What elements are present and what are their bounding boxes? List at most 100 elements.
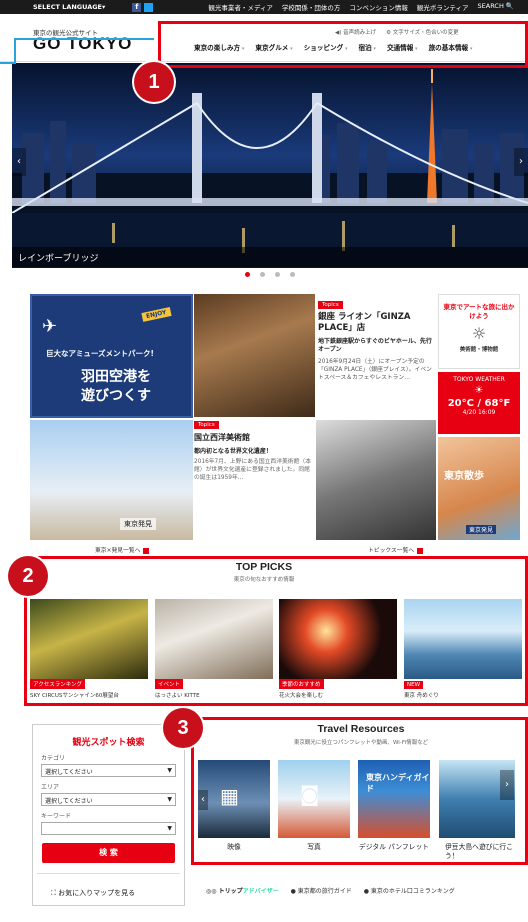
top-link-school[interactable]: 学校関係・団体の方 — [282, 2, 341, 12]
top-link-volunteer[interactable]: 観光ボランティア — [417, 2, 469, 12]
resource-pamphlet[interactable]: 東京ハンディガイド デジタル パンフレット — [358, 760, 430, 851]
resource-label: 映像 — [227, 843, 241, 851]
arrow-icon — [143, 547, 150, 554]
top-bar: SELECT LANGUAGE▾ f 観光事業者・メディア 学校関係・団体の方 … — [0, 0, 528, 14]
area-value: 選択してください — [45, 798, 93, 805]
pick-caption: SKY CIRCUSサンシャイン60展望台 — [30, 693, 119, 699]
topics-more-text: トピックス一覧へ — [368, 548, 415, 554]
weather-temperature: 20°C / 68°F — [447, 398, 511, 409]
tripadvisor-link-hotel[interactable]: ● 東京のホテル口コミランキング — [364, 886, 455, 895]
hero-dot[interactable] — [260, 272, 265, 277]
tokyo-weather-widget[interactable]: TOKYO WEATHER ☀ 20°C / 68°F 4/20 16:09 — [438, 372, 520, 434]
pick-label: NEW — [404, 681, 424, 689]
hero-caption: レインボーブリッジ — [12, 247, 528, 267]
resource-video[interactable]: ▦ 映像 — [198, 760, 270, 851]
callout-arrow-horizontal — [14, 38, 154, 40]
tokyo-map-banner[interactable]: 東京散歩 東京発見 — [438, 437, 520, 540]
resources-prev-button[interactable]: ‹ — [198, 790, 208, 810]
resources-next-button[interactable]: › — [500, 770, 514, 800]
callout-number-1: 1 — [134, 62, 174, 102]
hero-slider[interactable]: ‹ › — [12, 63, 528, 268]
ginza-body: 2016年9月24日（土）にオープン予定の「GINZA PLACE」（銀座プレイ… — [318, 359, 432, 381]
topic-tag: Topics — [318, 301, 343, 309]
pick-caption: 東京 舟めぐり — [404, 693, 439, 699]
art-banner-label: 美術館・博物館 — [459, 347, 499, 353]
top-pick-card[interactable]: アクセスランキング SKY CIRCUSサンシャイン60展望台 — [30, 599, 148, 699]
travel-resources-subtitle: 東京観光に役立つパンフレットや動画、Wi-Fi情報など — [293, 740, 429, 746]
callout-box-1 — [158, 21, 528, 68]
search-link[interactable]: SEARCH 🔍 — [478, 2, 514, 12]
search-title: 観光スポット検索 — [72, 738, 145, 748]
hero-dot[interactable] — [245, 272, 250, 277]
ginza-title[interactable]: 銀座 ライオン「GINZA PLACE」店 — [318, 312, 436, 334]
tripadvisor-guide-text: 東京都の旅行ガイド — [297, 888, 352, 895]
museum-image[interactable] — [316, 420, 436, 540]
twitter-icon[interactable] — [144, 2, 154, 12]
top-pick-card[interactable]: 季節のおすすめ 花火大会を楽しむ — [279, 599, 397, 699]
caret-down-icon: ▼ — [167, 767, 172, 774]
site-logo[interactable]: GO TOKYO — [33, 34, 132, 54]
top-link-media[interactable]: 観光事業者・メディア — [208, 2, 273, 12]
topics-more-link[interactable]: トピックス一覧へ — [368, 545, 424, 554]
tripadvisor-logo[interactable]: ◎◎ トリップアドバイザー — [206, 886, 279, 895]
ginza-subtitle: 地下鉄銀座駅からすぐのビヤホール、先行オープン — [318, 338, 432, 353]
category-label: カテゴリ — [41, 755, 66, 762]
top-picks-title: TOP PICKS — [235, 561, 293, 573]
discovery-logo: 東京発見 — [120, 518, 156, 530]
haneda-headline: 羽田空港を 遊びつくす — [56, 368, 176, 406]
art-museum-banner[interactable]: 東京でアートな旅に出かけよう ☼ 美術館・博物館 — [438, 294, 520, 369]
palette-icon: ☼ — [471, 324, 487, 343]
camera-icon: ◙ — [300, 782, 320, 806]
tripadvisor-bar: ◎◎ トリップアドバイザー ● 東京都の旅行ガイド ● 東京のホテル口コミランキ… — [206, 886, 455, 895]
weather-sun-icon: ☀ — [474, 385, 484, 396]
facebook-icon[interactable]: f — [132, 2, 142, 12]
tokyo-discovery-image[interactable]: 東京発見 — [30, 420, 193, 540]
resource-photo[interactable]: ◙ 写真 — [278, 760, 350, 851]
callout-arrow-vertical — [14, 38, 16, 64]
hero-pagination — [245, 272, 295, 277]
tripadvisor-link-guide[interactable]: ● 東京都の旅行ガイド — [291, 886, 352, 895]
caret-down-icon: ▼ — [167, 825, 172, 832]
hero-next-button[interactable]: › — [514, 148, 528, 176]
hero-image — [12, 69, 528, 268]
topic-tag: Topics — [194, 421, 219, 429]
kokuritsu-title[interactable]: 国立西洋美術館 — [194, 432, 315, 443]
discovery-more-text: 東京×発見一覧へ — [95, 548, 141, 554]
area-select[interactable]: 選択してください ▼ — [41, 793, 176, 806]
pick-label: 季節のおすすめ — [279, 679, 324, 689]
top-links: 観光事業者・メディア 学校関係・団体の方 コンベンション情報 観光ボランティア … — [208, 2, 514, 12]
hero-prev-button[interactable]: ‹ — [12, 148, 26, 176]
top-link-convention[interactable]: コンベンション情報 — [349, 2, 408, 12]
select-language[interactable]: SELECT LANGUAGE▾ — [33, 3, 105, 11]
haneda-headline-line1: 羽田空港を — [81, 369, 151, 385]
favorites-map-link[interactable]: ⛶ お気に入りマップを見る — [51, 888, 184, 898]
hero-dot[interactable] — [275, 272, 280, 277]
spot-search-panel: 観光スポット検索 カテゴリ 選択してください ▼ エリア 選択してください ▼ キー… — [32, 724, 185, 906]
tokyo-map-label: 東京発見 — [466, 525, 497, 534]
resource-label: 写真 — [307, 843, 321, 851]
haneda-banner[interactable]: ENJOY ✈ 巨大なアミューズメントパーク! 羽田空港を 遊びつくす — [30, 294, 193, 418]
category-value: 選択してください — [45, 769, 93, 776]
kokuritsu-topic[interactable]: Topics 国立西洋美術館 都内初となる世界文化遺産！ 2016年7月、上野に… — [194, 420, 315, 482]
top-picks-subtitle: 東京の旬なおすすめ情報 — [233, 577, 295, 583]
tokyo-map-title: 東京散歩 — [444, 471, 484, 482]
category-select[interactable]: 選択してください ▼ — [41, 764, 176, 777]
top-pick-card[interactable]: NEW 東京 舟めぐり — [404, 599, 522, 699]
keyword-select[interactable]: ▼ — [41, 822, 176, 835]
ginza-topic[interactable]: Topics 銀座 ライオン「GINZA PLACE」店 地下鉄銀座駅からすぐの… — [318, 300, 436, 382]
pick-caption: はっさよい KITTE — [155, 693, 200, 699]
pick-label: アクセスランキング — [30, 679, 86, 689]
airplane-icon: ✈ — [42, 316, 58, 337]
top-pick-card[interactable]: イベント はっさよい KITTE — [155, 599, 273, 699]
ginza-lion-image[interactable] — [194, 294, 315, 417]
resource-label: デジタル パンフレット — [358, 843, 430, 851]
arrow-icon — [417, 547, 424, 554]
tripadvisor-brand-1: トリップ — [218, 888, 243, 895]
hero-dot[interactable] — [290, 272, 295, 277]
haneda-small-text: 巨大なアミューズメントパーク! — [46, 349, 154, 358]
art-banner-text: 東京でアートな旅に出かけよう — [443, 303, 515, 320]
search-button[interactable]: 検 索 — [42, 843, 175, 863]
favorites-text: お気に入りマップを見る — [58, 889, 136, 897]
discovery-more-link[interactable]: 東京×発見一覧へ — [95, 545, 150, 554]
weather-date: 4/20 16:09 — [462, 409, 496, 416]
